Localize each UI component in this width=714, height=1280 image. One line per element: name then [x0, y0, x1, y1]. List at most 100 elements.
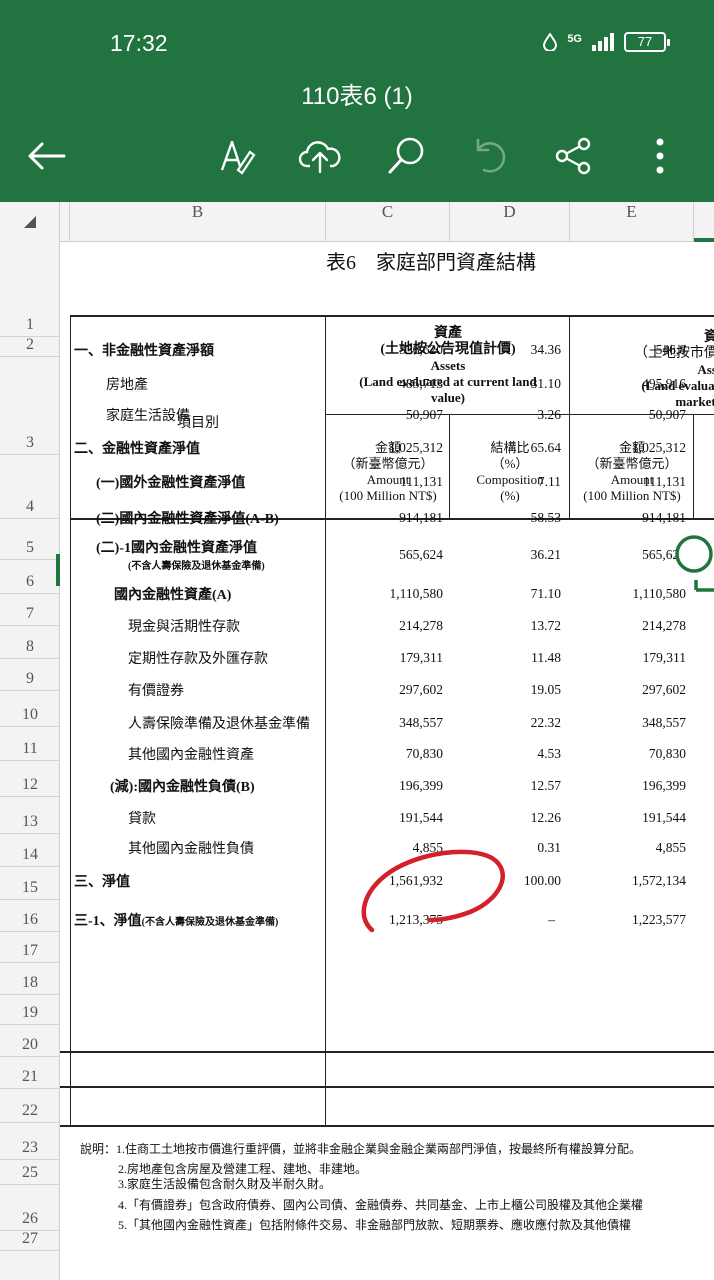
table-row-label[interactable]: (減):國內金融性負債(B) [110, 776, 255, 796]
table-cell-composition[interactable]: 3.26 [450, 407, 561, 423]
table-row-label[interactable]: 人壽保險準備及退休基金準備 [128, 713, 310, 733]
table-row-label[interactable]: 貸款 [128, 808, 156, 828]
table-cell-market-amount[interactable]: 495,916 [570, 376, 686, 392]
table-row-label[interactable]: 其他國內金融性資產 [128, 744, 254, 764]
table-cell-market-amount[interactable]: 196,399 [570, 778, 686, 794]
row-header[interactable]: 15 [0, 879, 60, 897]
row-header[interactable]: 11 [0, 740, 60, 758]
row-header[interactable]: 8 [0, 638, 60, 656]
row-header[interactable]: 1 [0, 316, 60, 334]
table-row-label[interactable]: (二)-1國內金融性資產淨值 (不含人壽保險及退休基金準備) [96, 537, 265, 572]
table-cell-market-amount[interactable]: 214,278 [570, 618, 686, 634]
undo-icon[interactable] [466, 132, 514, 180]
table-cell-amount[interactable]: 191,544 [326, 810, 443, 826]
table-cell-market-amount[interactable]: 4,855 [570, 840, 686, 856]
table-cell-market-amount[interactable]: 191,544 [570, 810, 686, 826]
back-icon[interactable] [22, 132, 70, 180]
row-header[interactable]: 2 [0, 336, 60, 354]
row-header[interactable]: 10 [0, 706, 60, 724]
column-header-b[interactable]: B [70, 202, 326, 242]
table-cell-market-amount[interactable]: 1,025,312 [570, 440, 686, 456]
table-cell-amount[interactable]: 70,830 [326, 746, 443, 762]
table-row-label[interactable]: 有價證券 [128, 680, 184, 700]
table-row-label[interactable]: 三-1、淨值(不含人壽保險及退休基金準備) [74, 910, 278, 930]
table-cell-amount[interactable]: 297,602 [326, 682, 443, 698]
table-row-label[interactable]: 其他國內金融性負債 [128, 838, 254, 858]
spreadsheet[interactable]: B C D E 1 2 3 4 5 6 7 8 9 10 11 12 13 14 15 16 17 18 19 20 2… [0, 202, 714, 1280]
table-cell-market-amount[interactable]: 1,110,580 [570, 586, 687, 602]
row-header[interactable]: 9 [0, 670, 60, 688]
more-icon[interactable] [636, 132, 684, 180]
table-cell-amount[interactable]: 214,278 [326, 618, 443, 634]
table-cell-composition[interactable]: 13.72 [450, 618, 561, 634]
row-header[interactable]: 4 [0, 498, 60, 516]
table-row-label[interactable]: 定期性存款及外匯存款 [128, 648, 268, 668]
row-header[interactable]: 19 [0, 1004, 60, 1022]
table-cell-composition[interactable]: 12.57 [450, 778, 561, 794]
row-header[interactable]: 17 [0, 942, 60, 960]
table-row-label[interactable]: 現金與活期性存款 [128, 616, 240, 636]
table-cell-amount[interactable]: 179,311 [326, 650, 443, 666]
row-header[interactable]: 21 [0, 1068, 60, 1086]
table-cell-composition[interactable]: 11.48 [450, 650, 561, 666]
table-cell-composition[interactable]: 31.10 [450, 376, 561, 392]
share-icon[interactable] [550, 132, 598, 180]
table-cell-composition[interactable]: 34.36 [450, 342, 561, 358]
table-cell-market-amount[interactable]: 297,602 [570, 682, 686, 698]
row-header[interactable]: 13 [0, 813, 60, 831]
table-cell-market-amount[interactable]: 546,8 [570, 342, 686, 358]
table-cell-market-amount[interactable]: 179,311 [570, 650, 686, 666]
row-header[interactable]: 27 [0, 1230, 60, 1248]
row-header[interactable]: 20 [0, 1036, 60, 1054]
table-cell-composition[interactable]: 36.21 [450, 547, 561, 563]
table-cell-market-amount[interactable]: 1,572,134 [570, 873, 686, 889]
column-header-d[interactable]: D [450, 202, 570, 242]
search-icon[interactable] [382, 132, 430, 180]
table-row-label[interactable]: (二)國內金融性資產淨值(A-B) [96, 508, 279, 528]
table-cell-market-amount[interactable]: 565,624 [570, 547, 686, 563]
table-cell-amount[interactable]: 565,624 [326, 547, 443, 563]
column-header-c[interactable]: C [326, 202, 450, 242]
table-cell-composition[interactable]: 58.53 [450, 510, 561, 526]
table-cell-composition[interactable]: 4.53 [450, 746, 561, 762]
table-row-label[interactable]: 房地產 [106, 374, 148, 394]
row-header[interactable]: 6 [0, 573, 60, 591]
table-row-label[interactable]: 國內金融性資產(A) [114, 584, 231, 604]
row-header[interactable]: 25 [0, 1164, 60, 1182]
table-cell-composition[interactable]: 22.32 [450, 715, 561, 731]
table-row-label[interactable]: (一)國外金融性資產淨值 [96, 472, 245, 492]
cloud-upload-icon[interactable] [296, 132, 344, 180]
table-row-label[interactable]: 一、非金融性資產淨額 [74, 340, 214, 360]
table-cell-composition[interactable]: 71.10 [450, 586, 561, 602]
table-row-label[interactable]: 二、金融性資產淨值 [74, 438, 200, 458]
table-row-label[interactable]: 三、淨值 [74, 871, 130, 891]
row-header[interactable]: 26 [0, 1210, 60, 1228]
table-cell-market-amount[interactable]: 70,830 [570, 746, 686, 762]
draw-icon[interactable] [212, 132, 260, 180]
table-cell-amount[interactable]: 1,025,312 [326, 440, 443, 456]
row-header[interactable]: 12 [0, 776, 60, 794]
column-header-f[interactable] [694, 202, 714, 242]
row-header[interactable]: 23 [0, 1139, 60, 1157]
table-cell-amount[interactable]: 1,110,580 [326, 586, 444, 602]
table-cell-amount[interactable]: 348,557 [326, 715, 443, 731]
table-cell-amount[interactable]: 196,399 [326, 778, 443, 794]
table-cell-amount[interactable]: 536,620 [326, 342, 443, 358]
table-cell-composition[interactable]: 7.11 [450, 474, 561, 490]
table-cell-market-amount[interactable]: 914,181 [570, 510, 686, 526]
table-cell-amount[interactable]: 50,907 [326, 407, 443, 423]
selection-handle-icon[interactable] [670, 532, 714, 592]
row-header[interactable]: 3 [0, 434, 60, 452]
table-cell-amount[interactable]: 485,713 [326, 376, 443, 392]
row-header[interactable]: 18 [0, 974, 60, 992]
row-header[interactable]: 14 [0, 846, 60, 864]
row-header[interactable]: 5 [0, 539, 60, 557]
table-cell-market-amount[interactable]: 348,557 [570, 715, 686, 731]
row-header[interactable]: 16 [0, 911, 60, 929]
table-cell-market-amount[interactable]: 111,131 [570, 474, 686, 490]
table-row-label[interactable]: 家庭生活設備 [106, 405, 190, 425]
row-header[interactable]: 22 [0, 1102, 60, 1120]
table-cell-amount[interactable]: 914,181 [326, 510, 443, 526]
table-cell-composition[interactable]: 12.26 [450, 810, 561, 826]
table-cell-market-amount[interactable]: 1,223,577 [570, 912, 686, 928]
